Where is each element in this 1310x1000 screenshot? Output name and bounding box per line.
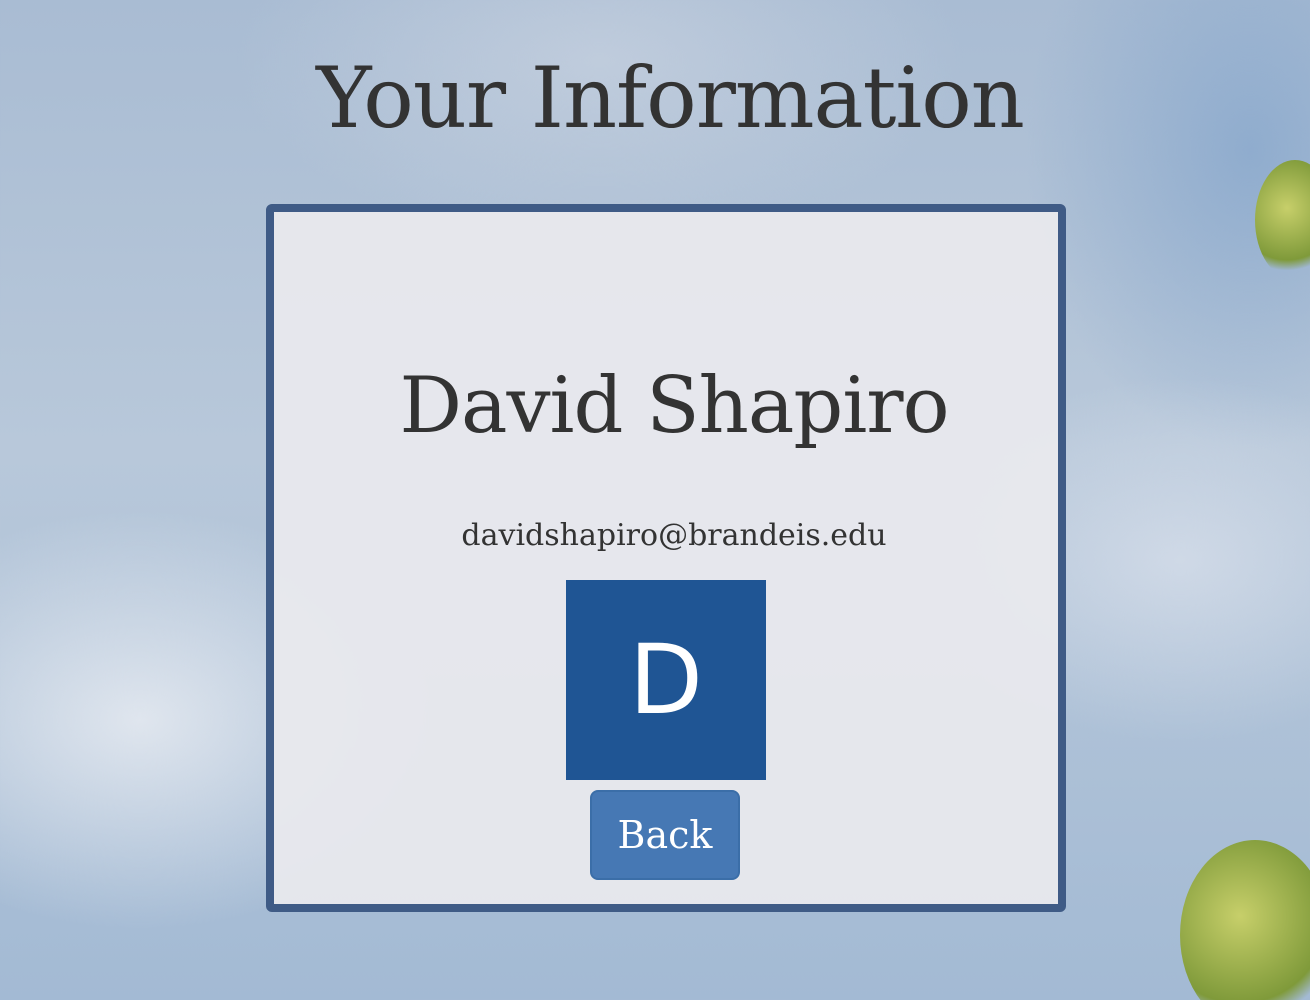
user-name: David Shapiro	[399, 361, 949, 451]
tree-foliage-top	[1255, 160, 1310, 280]
avatar: D	[566, 580, 766, 780]
user-email: davidshapiro@brandeis.edu	[461, 518, 887, 553]
profile-card: David Shapiro davidshapiro@brandeis.edu …	[266, 204, 1066, 912]
tree-foliage-bottom	[1180, 840, 1310, 1000]
page-title: Your Information	[316, 49, 1025, 147]
back-button[interactable]: Back	[590, 790, 740, 880]
